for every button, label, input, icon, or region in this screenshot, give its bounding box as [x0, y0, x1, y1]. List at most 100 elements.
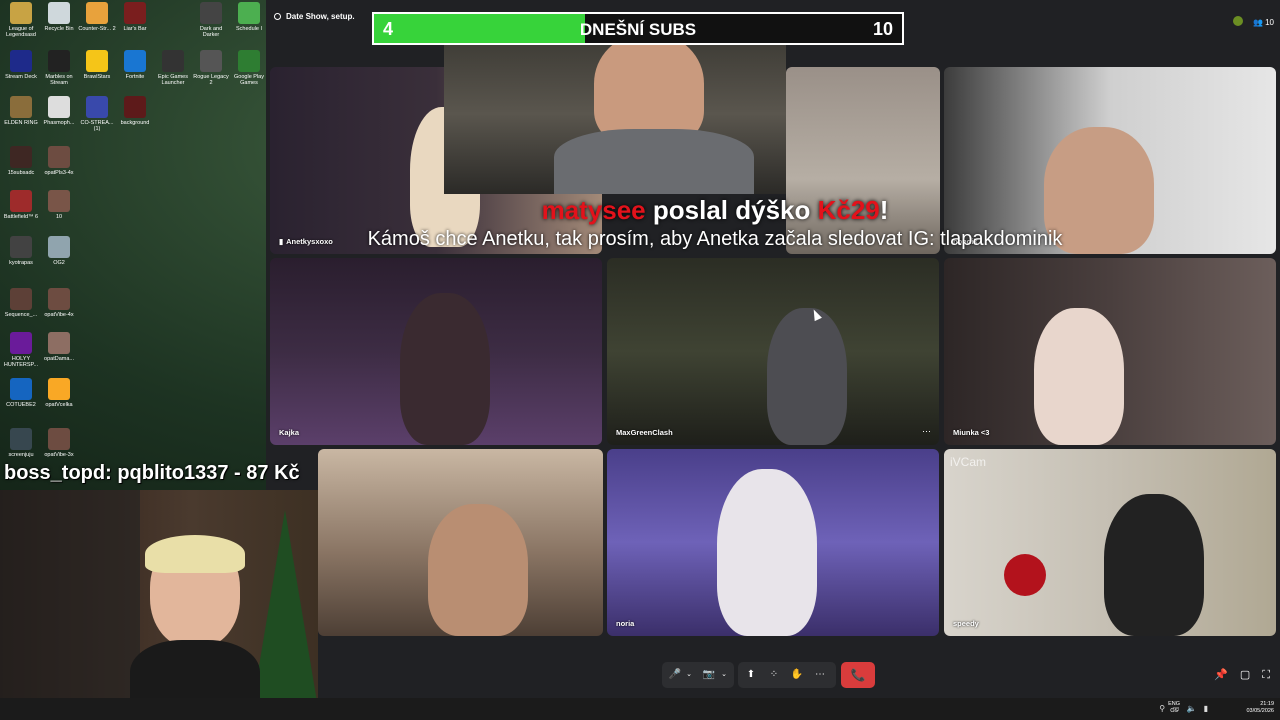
- video-tile-kajka[interactable]: Kajka: [270, 258, 602, 445]
- app-icon: [48, 288, 70, 310]
- reactions-button[interactable]: ✋: [790, 668, 804, 682]
- desktop-icon[interactable]: Sequence_...: [2, 288, 40, 318]
- desktop-icon[interactable]: OG2: [40, 236, 78, 266]
- app-icon: [10, 288, 32, 310]
- boss-label: boss_topd:: [4, 462, 112, 484]
- layout-icon[interactable]: ▢: [1240, 669, 1250, 681]
- app-icon: [48, 332, 70, 354]
- participant-name: MaxGreenClash: [616, 428, 673, 437]
- desktop-icon-label: Liar's Bar: [123, 26, 147, 32]
- video-tile-attic[interactable]: [318, 449, 603, 636]
- camera-options-chevron-icon[interactable]: ⌄: [717, 668, 731, 682]
- clock[interactable]: 21:19 03/05/2026: [1246, 701, 1274, 715]
- desktop-icon-label: Sequence_...: [4, 312, 38, 318]
- desktop-icon[interactable]: Battlefield™ 6: [2, 190, 40, 220]
- desktop-icon-label: HOLYY HUNTERSP...: [3, 356, 39, 368]
- desktop-icon[interactable]: kyotrapas: [2, 236, 40, 266]
- app-icon: [10, 332, 32, 354]
- video-tile-miunka[interactable]: Miunka <3: [944, 258, 1276, 445]
- desktop-icon[interactable]: CO-STREA... (1): [78, 96, 116, 132]
- display-icon[interactable]: ▭: [1172, 704, 1180, 713]
- desktop-icon-label: ELDEN RING: [4, 120, 38, 126]
- mic-options-chevron-icon[interactable]: ⌄: [682, 668, 696, 682]
- desktop-icon[interactable]: HOLYY HUNTERSP...: [2, 332, 40, 368]
- desktop-icon-label: OG2: [53, 260, 65, 266]
- tip-amount: Kč29: [817, 195, 880, 225]
- desktop-icon[interactable]: 10: [40, 190, 78, 220]
- desktop-icon[interactable]: League of Legendsasd: [2, 2, 40, 38]
- desktop-icon[interactable]: screenjuju: [2, 428, 40, 458]
- desktop-icon[interactable]: opatPls3-4x: [40, 146, 78, 176]
- desktop-icon[interactable]: background: [116, 96, 154, 126]
- desktop-icon[interactable]: Phasmoph...: [40, 96, 78, 126]
- desktop-icon[interactable]: Google Play Games: [230, 50, 268, 86]
- desktop-icon[interactable]: Rogue Legacy 2: [192, 50, 230, 86]
- desktop-icon[interactable]: Counter-Str... 2: [78, 2, 116, 32]
- network-icon[interactable]: ⚲: [1159, 704, 1165, 713]
- more-button[interactable]: ⋯: [813, 668, 827, 682]
- participant-video: [1104, 494, 1204, 636]
- fullscreen-icon[interactable]: ⛶: [1262, 669, 1270, 681]
- desktop-icon[interactable]: opatVibe-3x: [40, 428, 78, 458]
- apps-button[interactable]: ⁘: [767, 668, 781, 682]
- video-tile-driver[interactable]: [444, 34, 786, 194]
- pin-icon[interactable]: 📌: [1214, 669, 1228, 681]
- desktop-icon[interactable]: Epic Games Launcher: [154, 50, 192, 86]
- desktop-icon[interactable]: COTUEBE2: [2, 378, 40, 408]
- desktop-icon[interactable]: Stream Deck: [2, 50, 40, 80]
- status-icon: [1232, 16, 1243, 26]
- desktop-icon[interactable]: Recycle Bin: [40, 2, 78, 32]
- desktop-icon-label: Schedule I: [236, 26, 262, 32]
- desktop-icons: League of Legendsasd Recycle Bin Counter-S…: [0, 0, 266, 470]
- desktop-icon-label: kyotrapas: [9, 260, 33, 266]
- app-icon: [238, 50, 260, 72]
- streamer-webcam: [0, 490, 318, 720]
- desktop-icon[interactable]: opatVcelka: [40, 378, 78, 408]
- desktop-icon-label: opatPls3-4x: [44, 170, 74, 176]
- desktop-icon[interactable]: opatDama...: [40, 332, 78, 362]
- streamer-hair: [145, 535, 245, 573]
- desktop-icon-label: opatVcelka: [45, 402, 73, 408]
- desktop-icon[interactable]: Marbles on Stream: [40, 50, 78, 86]
- participant-video: [428, 504, 528, 636]
- app-icon: [238, 2, 260, 24]
- more-options-icon[interactable]: ⋯: [922, 426, 931, 437]
- camera-button[interactable]: 📷: [702, 668, 716, 682]
- app-icon: [124, 50, 146, 72]
- app-icon: [10, 378, 32, 400]
- desktop-icon[interactable]: Liar's Bar: [116, 2, 154, 32]
- video-tile-noria[interactable]: noria: [607, 449, 939, 636]
- video-tile-speedy[interactable]: iVCam speedy: [944, 449, 1276, 636]
- app-icon: [124, 96, 146, 118]
- desktop-icon-label: Google Play Games: [234, 74, 264, 86]
- desktop-icon[interactable]: Fortnite: [116, 50, 154, 80]
- desktop-icon[interactable]: Dark and Darker: [192, 2, 230, 38]
- desktop-icon-label: Rogue Legacy 2: [193, 74, 229, 86]
- desktop-icon-label: BrawlStars: [83, 74, 111, 80]
- share-screen-button[interactable]: ⬆: [744, 668, 758, 682]
- info-icon[interactable]: [274, 13, 281, 20]
- desktop-icon-label: Battlefield™ 6: [3, 214, 39, 220]
- desktop-icon[interactable]: BrawlStars: [78, 50, 116, 80]
- leave-call-button[interactable]: 📞: [841, 662, 875, 688]
- battery-icon[interactable]: ▮: [1204, 704, 1208, 713]
- volume-icon[interactable]: 🔈: [1187, 704, 1197, 713]
- app-icon: [48, 146, 70, 168]
- desktop-icon[interactable]: Schedule I: [230, 2, 268, 32]
- app-icon: [48, 2, 70, 24]
- desktop-icon[interactable]: ELDEN RING: [2, 96, 40, 126]
- app-icon: [48, 236, 70, 258]
- participants-indicator[interactable]: 👥 10: [1225, 16, 1274, 27]
- mic-button[interactable]: 🎤: [668, 668, 682, 682]
- christmas-tree: [250, 510, 318, 720]
- video-tile-maxgreenclash[interactable]: MaxGreenClash ⋯: [607, 258, 939, 445]
- app-icon: [48, 50, 70, 72]
- app-icon: [200, 2, 222, 24]
- meeting-window: Date Show, setup. 👥 10 ▮ Anetkysxoxo hondi…: [266, 0, 1280, 698]
- desktop-icon[interactable]: 15subsadc: [2, 146, 40, 176]
- participant-video: [717, 469, 817, 636]
- tip-user: matysee: [541, 195, 646, 225]
- boss-amount: 87 Kč: [246, 462, 300, 484]
- desktop-icon-label: background: [120, 120, 150, 126]
- desktop-icon[interactable]: opatVibe-4x: [40, 288, 78, 318]
